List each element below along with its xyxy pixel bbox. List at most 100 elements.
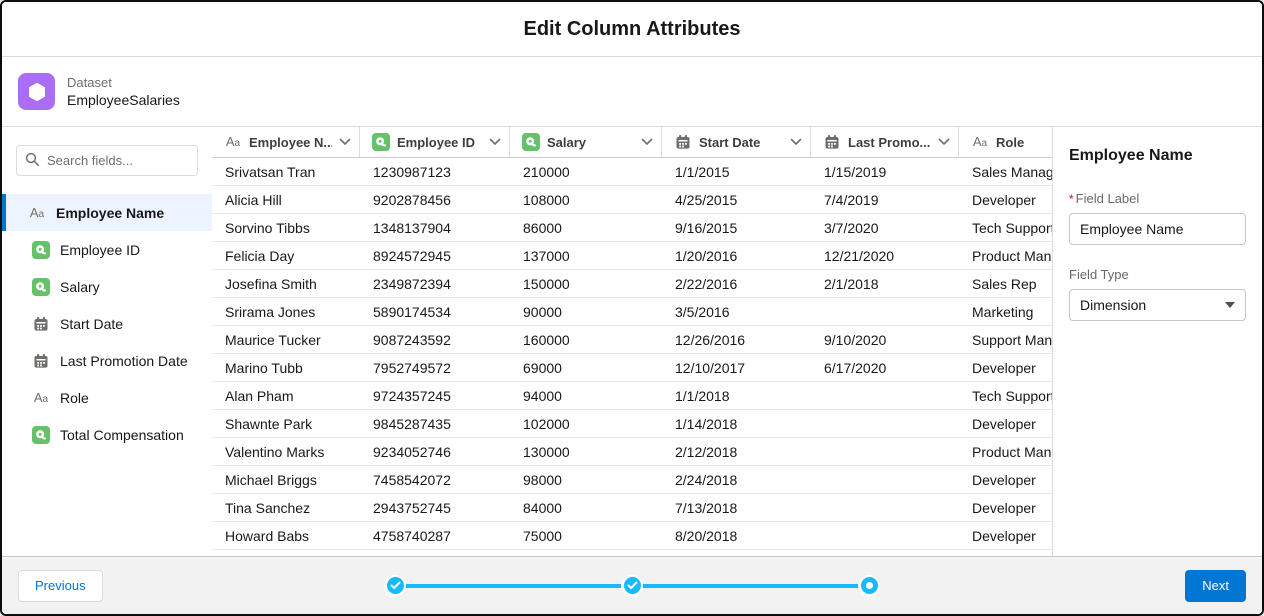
sidebar-field-start-date[interactable]: Start Date bbox=[2, 305, 212, 342]
table-cell: 2/1/2018 bbox=[811, 270, 959, 297]
dataset-text: Dataset EmployeeSalaries bbox=[67, 75, 180, 108]
table-row: Srirama Jones5890174534900003/5/2016Mark… bbox=[212, 298, 1052, 326]
field-type-value: Dimension bbox=[1080, 297, 1146, 313]
measure-icon bbox=[32, 241, 50, 259]
table-cell bbox=[811, 410, 959, 437]
column-menu-chevron-icon[interactable] bbox=[790, 138, 802, 146]
table-cell: Tech Support bbox=[959, 214, 1052, 241]
dataset-type-label: Dataset bbox=[67, 75, 180, 90]
table-cell: 2/12/2018 bbox=[662, 438, 811, 465]
dataset-name: EmployeeSalaries bbox=[67, 92, 180, 108]
field-list: AaEmployee NameEmployee IDSalaryStart Da… bbox=[2, 194, 212, 453]
field-item-label: Total Compensation bbox=[60, 427, 184, 443]
table-cell: Tech Support bbox=[959, 382, 1052, 409]
column-header-label: Start Date bbox=[699, 135, 760, 150]
measure-icon bbox=[32, 278, 50, 296]
table-cell: 7458542072 bbox=[360, 466, 510, 493]
column-header-last-promo: Last Promo... bbox=[811, 127, 959, 157]
table-cell: Josefina Smith bbox=[212, 270, 360, 297]
table-cell: Alicia Hill bbox=[212, 186, 360, 213]
table-cell: 150000 bbox=[510, 270, 662, 297]
table-cell: 84000 bbox=[510, 494, 662, 521]
field-type-label: Field Type bbox=[1069, 267, 1246, 282]
table-row: Josefina Smith23498723941500002/22/20162… bbox=[212, 270, 1052, 298]
table-cell: 2349872394 bbox=[360, 270, 510, 297]
table-cell: 7/13/2018 bbox=[662, 494, 811, 521]
modal-body: AaEmployee NameEmployee IDSalaryStart Da… bbox=[2, 127, 1262, 556]
table-cell: Support Manager bbox=[959, 326, 1052, 353]
sidebar-field-employee-name[interactable]: AaEmployee Name bbox=[2, 194, 212, 231]
field-item-label: Employee Name bbox=[56, 205, 164, 221]
table-cell: 7/4/2019 bbox=[811, 186, 959, 213]
column-header-label: Employee N... bbox=[249, 135, 332, 150]
table-cell: 3/5/2016 bbox=[662, 298, 811, 325]
dimension-icon: Aa bbox=[971, 135, 989, 149]
measure-icon bbox=[32, 426, 50, 444]
table-cell: 12/26/2016 bbox=[662, 326, 811, 353]
sidebar-field-salary[interactable]: Salary bbox=[2, 268, 212, 305]
table-cell: 9202878456 bbox=[360, 186, 510, 213]
table-cell: 7952749572 bbox=[360, 354, 510, 381]
measure-icon bbox=[522, 133, 540, 151]
table-cell: 1230987123 bbox=[360, 158, 510, 185]
column-header-role: AaRole bbox=[959, 127, 1052, 157]
column-header-salary: Salary bbox=[510, 127, 662, 157]
next-button[interactable]: Next bbox=[1185, 570, 1246, 602]
progress-connector-line bbox=[404, 584, 623, 588]
column-menu-chevron-icon[interactable] bbox=[938, 138, 950, 146]
table-row: Alan Pham9724357245940001/1/2018Tech Sup… bbox=[212, 382, 1052, 410]
sidebar-field-role[interactable]: AaRole bbox=[2, 379, 212, 416]
field-type-select[interactable]: Dimension bbox=[1069, 289, 1246, 321]
table-cell: 4/25/2015 bbox=[662, 186, 811, 213]
sidebar-field-employee-id[interactable]: Employee ID bbox=[2, 231, 212, 268]
table-cell: 9234052746 bbox=[360, 438, 510, 465]
measure-icon bbox=[372, 133, 390, 151]
column-menu-chevron-icon[interactable] bbox=[641, 138, 653, 146]
table-cell: 9/16/2015 bbox=[662, 214, 811, 241]
table-cell: Developer bbox=[959, 522, 1052, 549]
table-cell: 1/14/2018 bbox=[662, 410, 811, 437]
table-row: Felicia Day89245729451370001/20/201612/2… bbox=[212, 242, 1052, 270]
table-cell: 130000 bbox=[510, 438, 662, 465]
table-cell: Developer bbox=[959, 410, 1052, 437]
column-header-employee-id: Employee ID bbox=[360, 127, 510, 157]
table-cell: Marketing bbox=[959, 298, 1052, 325]
sidebar-field-last-promotion-date[interactable]: Last Promotion Date bbox=[2, 342, 212, 379]
required-asterisk: * bbox=[1069, 192, 1074, 206]
date-icon bbox=[674, 133, 692, 151]
column-menu-chevron-icon[interactable] bbox=[489, 138, 501, 146]
previous-button[interactable]: Previous bbox=[18, 570, 103, 602]
table-row: Michael Briggs7458542072980002/24/2018De… bbox=[212, 466, 1052, 494]
table-cell: Developer bbox=[959, 494, 1052, 521]
table-cell: Srivatsan Tran bbox=[212, 158, 360, 185]
table-cell: 90000 bbox=[510, 298, 662, 325]
table-cell: 9724357245 bbox=[360, 382, 510, 409]
dimension-icon: Aa bbox=[224, 135, 242, 149]
table-cell: Developer bbox=[959, 186, 1052, 213]
table-cell: 5890174534 bbox=[360, 298, 510, 325]
table-cell: 8924572945 bbox=[360, 242, 510, 269]
table-row: Srivatsan Tran12309871232100001/1/20151/… bbox=[212, 158, 1052, 186]
table-cell bbox=[811, 466, 959, 493]
date-icon bbox=[32, 352, 50, 370]
step-complete-check-icon bbox=[387, 577, 404, 594]
dimension-icon: Aa bbox=[32, 391, 50, 405]
date-icon bbox=[823, 133, 841, 151]
column-menu-chevron-icon[interactable] bbox=[339, 138, 351, 146]
field-label-input[interactable] bbox=[1069, 213, 1246, 245]
table-cell: 8/20/2018 bbox=[662, 522, 811, 549]
sidebar-field-total-compensation[interactable]: Total Compensation bbox=[2, 416, 212, 453]
table-cell: 9/10/2020 bbox=[811, 326, 959, 353]
table-cell: 1/15/2019 bbox=[811, 158, 959, 185]
table-cell bbox=[811, 382, 959, 409]
search-fields-input[interactable] bbox=[16, 145, 198, 176]
table-cell: 1/20/2016 bbox=[662, 242, 811, 269]
table-cell: Howard Babs bbox=[212, 522, 360, 549]
table-cell: Product Manager bbox=[959, 438, 1052, 465]
date-icon bbox=[32, 315, 50, 333]
table-cell: Developer bbox=[959, 354, 1052, 381]
table-row: Tina Sanchez2943752745840007/13/2018Deve… bbox=[212, 494, 1052, 522]
field-item-label: Last Promotion Date bbox=[60, 353, 188, 369]
table-cell: 1348137904 bbox=[360, 214, 510, 241]
step-current-ring bbox=[861, 577, 878, 594]
